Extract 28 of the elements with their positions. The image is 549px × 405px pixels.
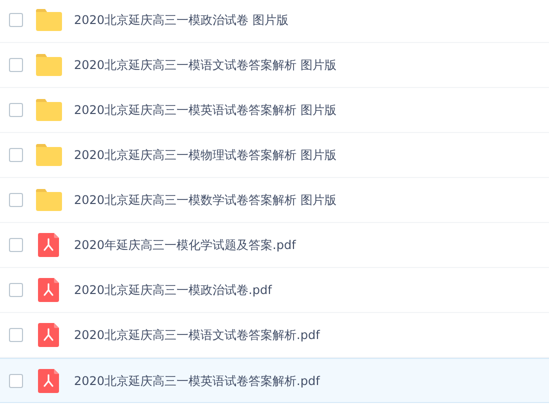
file-name[interactable]: 2020年延庆高三一模化学试题及答案.pdf [74, 236, 296, 254]
pdf-icon [38, 278, 59, 302]
file-name[interactable]: 2020北京延庆高三一模英语试卷答案解析 图片版 [74, 101, 336, 119]
folder-icon [36, 99, 62, 121]
checkbox[interactable] [9, 148, 23, 162]
pdf-icon [38, 323, 59, 347]
folder-icon [36, 9, 62, 31]
file-name[interactable]: 2020北京延庆高三一模政治试卷 图片版 [74, 11, 288, 29]
folder-icon [36, 54, 62, 76]
checkbox[interactable] [9, 13, 23, 27]
checkbox[interactable] [9, 328, 23, 342]
checkbox[interactable] [9, 193, 23, 207]
pdf-icon [38, 368, 59, 392]
checkbox[interactable] [9, 283, 23, 297]
file-name[interactable]: 2020北京延庆高三一模数学试卷答案解析 图片版 [74, 191, 336, 209]
checkbox[interactable] [9, 58, 23, 72]
checkbox[interactable] [9, 238, 23, 252]
file-name[interactable]: 2020北京延庆高三一模语文试卷答案解析 图片版 [74, 56, 336, 74]
checkbox[interactable] [9, 103, 23, 117]
file-name[interactable]: 2020北京延庆高三一模语文试卷答案解析.pdf [74, 326, 320, 344]
file-name[interactable]: 2020北京延庆高三一模物理试卷答案解析 图片版 [74, 146, 336, 164]
folder-icon [36, 144, 62, 166]
file-name[interactable]: 2020北京延庆高三一模政治试卷.pdf [74, 281, 272, 299]
pdf-icon [38, 233, 59, 257]
checkbox[interactable] [9, 374, 23, 388]
folder-icon [36, 189, 62, 211]
file-name[interactable]: 2020北京延庆高三一模英语试卷答案解析.pdf [74, 372, 320, 390]
file-row[interactable]: 2020北京延庆高三一模英语试卷答案解析.pdf [0, 358, 549, 403]
